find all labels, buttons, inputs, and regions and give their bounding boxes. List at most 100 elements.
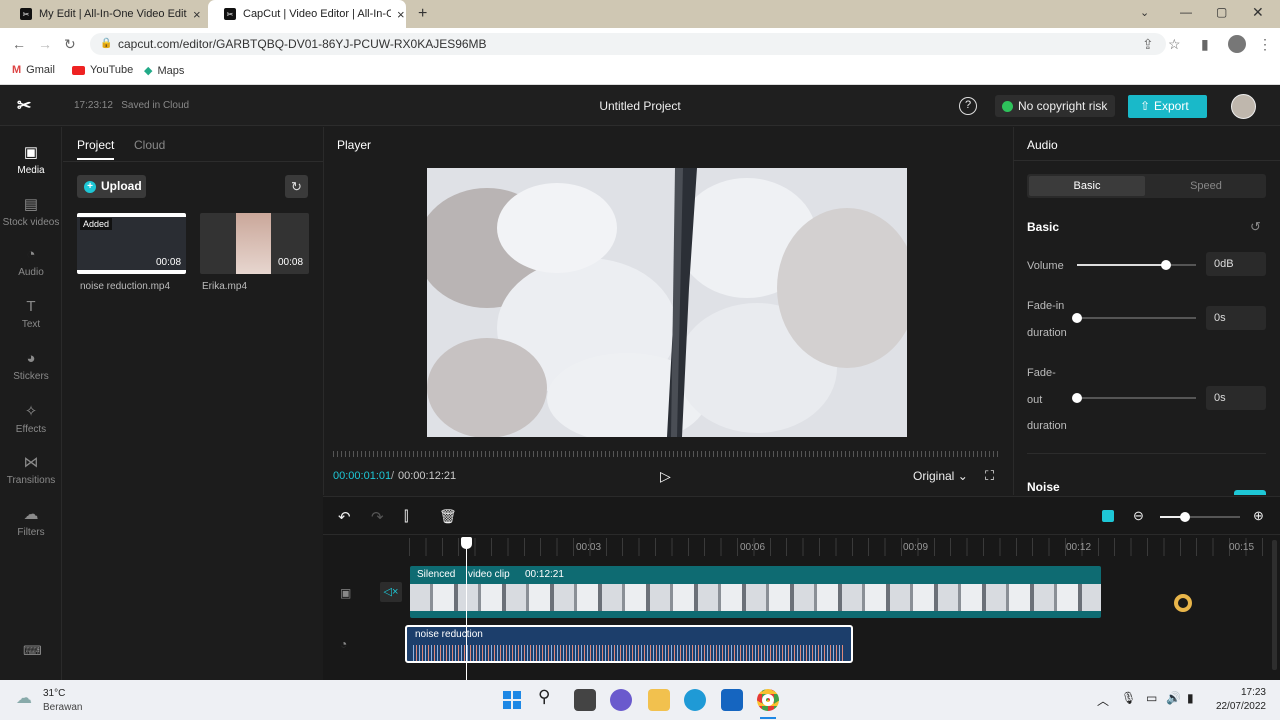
- zoom-in-icon[interactable]: ⊕: [1253, 508, 1264, 524]
- split-icon[interactable]: ⫿: [404, 508, 408, 525]
- media-item-erika[interactable]: 00:08: [200, 213, 309, 274]
- playhead-handle[interactable]: [461, 537, 472, 549]
- thumbnail: [236, 213, 271, 274]
- video-preview[interactable]: [427, 168, 907, 437]
- fadeout-knob[interactable]: [1072, 393, 1082, 403]
- bookmark-gmail[interactable]: M Gmail: [12, 64, 55, 76]
- tab-project[interactable]: Project: [77, 138, 114, 152]
- menu-kebab-icon[interactable]: ⋮: [1258, 36, 1272, 53]
- share-icon[interactable]: ⇪: [1142, 36, 1154, 53]
- bookmarks-bar: [0, 60, 1280, 85]
- back-icon[interactable]: ←: [12, 36, 26, 52]
- upload-button[interactable]: + Upload: [77, 175, 146, 198]
- project-title[interactable]: Untitled Project: [560, 99, 720, 113]
- clock-time[interactable]: 17:23: [1212, 687, 1266, 698]
- microphone-icon[interactable]: 🎙: [1121, 691, 1136, 705]
- fadein-knob[interactable]: [1072, 313, 1082, 323]
- zoom-knob[interactable]: [1180, 512, 1190, 522]
- bookmark-youtube[interactable]: YouTube: [72, 64, 133, 76]
- volume-icon[interactable]: 🔊: [1166, 691, 1181, 705]
- volume-value[interactable]: 0dB: [1206, 252, 1266, 276]
- fadein-value[interactable]: 0s: [1206, 306, 1266, 330]
- play-icon[interactable]: ▷: [660, 468, 671, 485]
- tray-expand-icon[interactable]: ︿: [1097, 692, 1109, 709]
- reset-icon[interactable]: ↺: [1250, 219, 1261, 235]
- loading-spinner-icon: [1174, 594, 1192, 612]
- fadeout-value[interactable]: 0s: [1206, 386, 1266, 410]
- text-icon: T: [26, 298, 36, 315]
- media-item-noise-reduction[interactable]: Added 00:08: [77, 213, 186, 274]
- video-clip[interactable]: Silenced video clip 00:12:21: [410, 566, 1101, 618]
- weather-cloud-icon[interactable]: ☁: [16, 688, 32, 708]
- url-field[interactable]: 🔒 capcut.com/editor/GARBTQBQ-DV01-86YJ-P…: [90, 33, 1166, 55]
- copyright-check-button[interactable]: No copyright risk: [995, 95, 1115, 117]
- keyboard-shortcuts-icon[interactable]: ⌨: [23, 643, 42, 659]
- fadein-slider[interactable]: [1072, 313, 1196, 323]
- teams-chat-icon[interactable]: [610, 689, 632, 711]
- tab-search-icon[interactable]: ⌄: [1140, 6, 1149, 19]
- zoom-slider[interactable]: [1160, 512, 1240, 522]
- close-window-icon[interactable]: ✕: [1252, 4, 1264, 21]
- noise-label: Noise: [1027, 480, 1060, 494]
- fadeout-slider[interactable]: [1072, 393, 1196, 403]
- rail-effects[interactable]: ✧ Effects: [0, 402, 62, 435]
- tab-basic[interactable]: Basic: [1029, 176, 1145, 196]
- file-explorer-icon[interactable]: [648, 689, 670, 711]
- aspect-ratio-select[interactable]: Original ⌄: [913, 469, 968, 483]
- scrub-ticks[interactable]: [333, 451, 998, 457]
- filters-icon: ☁: [23, 506, 39, 523]
- task-view-icon[interactable]: [574, 689, 596, 711]
- capcut-logo-icon[interactable]: ✂: [17, 96, 31, 116]
- windows-start-icon[interactable]: [501, 689, 523, 711]
- store-icon[interactable]: [721, 689, 743, 711]
- chevron-down-icon: ⌄: [957, 469, 968, 483]
- video-track-icon: ▣: [340, 586, 352, 600]
- snap-magnet-icon[interactable]: [1102, 510, 1114, 522]
- network-icon[interactable]: ▭: [1146, 691, 1157, 705]
- timeline-scrollbar[interactable]: [1272, 540, 1277, 670]
- tab-speed[interactable]: Speed: [1148, 176, 1264, 196]
- export-button[interactable]: ⇧ Export: [1128, 95, 1207, 118]
- bookmark-maps[interactable]: ◆ Maps: [144, 64, 184, 78]
- refresh-icon[interactable]: ↻: [285, 175, 308, 198]
- fullscreen-icon[interactable]: ⛶: [985, 468, 994, 484]
- undo-icon[interactable]: ↶: [338, 508, 351, 526]
- noise-toggle[interactable]: [1234, 490, 1266, 495]
- forward-icon[interactable]: →: [38, 36, 52, 52]
- tab-cloud[interactable]: Cloud: [134, 138, 165, 152]
- aspect-ratio-label: Original: [913, 469, 955, 483]
- minimize-icon[interactable]: —: [1180, 5, 1192, 19]
- browser-tab-capcut[interactable]: ✂ CapCut | Video Editor | All-In-One ×: [208, 0, 406, 28]
- zoom-out-icon[interactable]: ⊖: [1133, 508, 1144, 524]
- rail-text[interactable]: T Text: [0, 298, 62, 330]
- rail-audio[interactable]: ◔ Audio: [0, 246, 62, 278]
- reload-icon[interactable]: ↻: [64, 36, 76, 53]
- delete-icon[interactable]: 🗑: [439, 508, 457, 525]
- close-tab-icon[interactable]: ×: [193, 7, 201, 22]
- redo-icon[interactable]: ↷: [371, 508, 384, 526]
- mute-icon[interactable]: ◁×: [380, 582, 402, 602]
- user-avatar[interactable]: [1231, 94, 1256, 119]
- rail-media[interactable]: ▣ Media: [0, 143, 62, 176]
- playhead[interactable]: [466, 537, 467, 680]
- browser-tab-myedit[interactable]: ✂ My Edit | All-In-One Video Editing ×: [4, 0, 204, 28]
- rail-stock-videos[interactable]: ▤ Stock videos: [0, 195, 62, 228]
- bookmark-star-icon[interactable]: ☆: [1168, 36, 1181, 53]
- help-icon[interactable]: ?: [959, 97, 977, 115]
- rail-transitions[interactable]: ⋈ Transitions: [0, 453, 62, 486]
- battery-icon[interactable]: ▮: [1187, 691, 1194, 705]
- weather-temp[interactable]: 31°C: [43, 688, 65, 699]
- rail-stickers[interactable]: ◕ Stickers: [0, 350, 62, 382]
- rail-filters[interactable]: ☁ Filters: [0, 505, 62, 538]
- close-tab-icon[interactable]: ×: [397, 7, 405, 22]
- volume-slider[interactable]: [1077, 260, 1196, 270]
- maximize-icon[interactable]: ▢: [1216, 5, 1227, 19]
- profile-avatar[interactable]: [1228, 35, 1246, 53]
- edge-icon[interactable]: [684, 689, 706, 711]
- timeline-ruler[interactable]: [409, 538, 1269, 556]
- audio-clip[interactable]: noise reduction: [405, 625, 853, 663]
- sidepanel-icon[interactable]: ▮: [1201, 36, 1209, 53]
- chrome-icon[interactable]: [757, 689, 779, 711]
- search-icon[interactable]: ⚲: [538, 687, 550, 707]
- new-tab-button[interactable]: +: [418, 5, 427, 23]
